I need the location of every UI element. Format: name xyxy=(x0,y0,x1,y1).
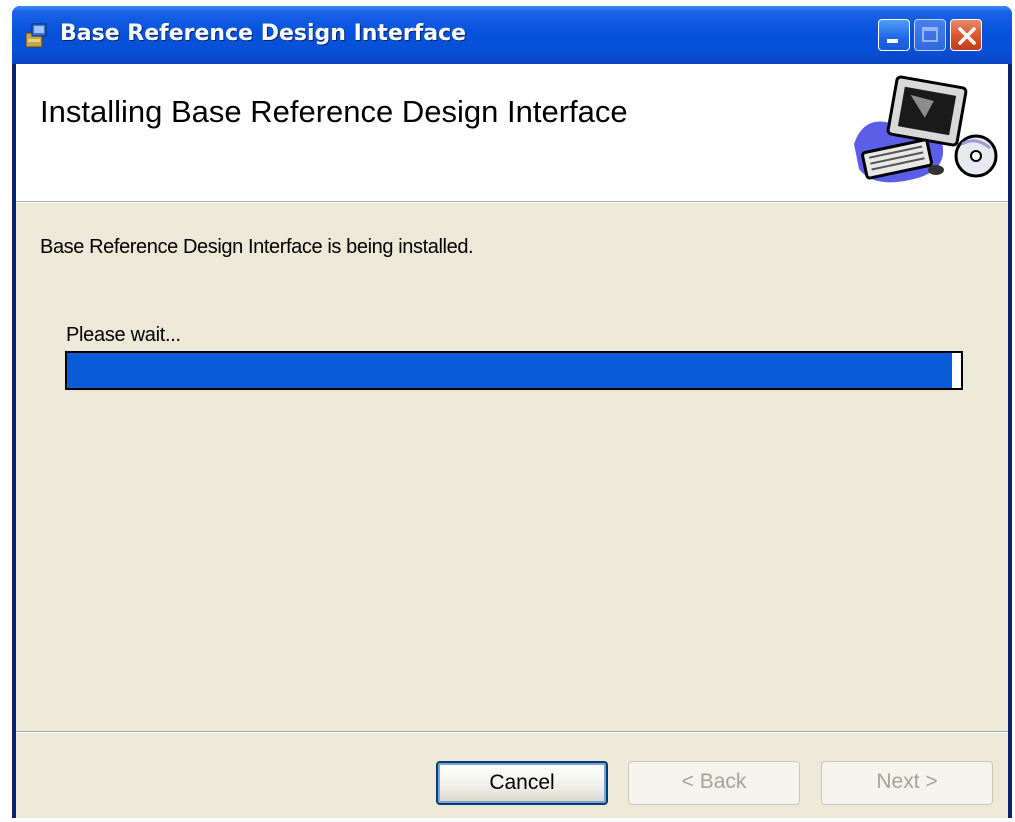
dialog-client-area: Installing Base Reference Design Interfa… xyxy=(16,64,1008,818)
computer-with-cd-icon xyxy=(844,74,1000,197)
page-title: Installing Base Reference Design Interfa… xyxy=(40,94,628,129)
maximize-icon xyxy=(922,27,938,42)
close-icon xyxy=(958,27,976,45)
cancel-button[interactable]: Cancel xyxy=(436,761,608,805)
header-separator xyxy=(16,201,1008,203)
title-bar[interactable]: Base Reference Design Interface xyxy=(12,6,1012,64)
minimize-icon xyxy=(887,39,898,43)
installer-icon xyxy=(22,21,52,51)
maximize-button xyxy=(914,19,946,51)
next-button: Next > xyxy=(821,761,993,805)
progress-label: Please wait... xyxy=(66,324,181,346)
close-button[interactable] xyxy=(950,19,982,51)
footer-separator xyxy=(16,731,1008,733)
progress-bar xyxy=(65,351,963,390)
progress-fill xyxy=(67,353,953,388)
installer-window: Base Reference Design Interface Installi… xyxy=(12,6,1012,818)
header-banner: Installing Base Reference Design Interfa… xyxy=(16,64,1008,201)
window-title: Base Reference Design Interface xyxy=(60,21,467,46)
status-text: Base Reference Design Interface is being… xyxy=(40,236,474,258)
minimize-button[interactable] xyxy=(878,19,910,51)
back-button: < Back xyxy=(628,761,800,805)
